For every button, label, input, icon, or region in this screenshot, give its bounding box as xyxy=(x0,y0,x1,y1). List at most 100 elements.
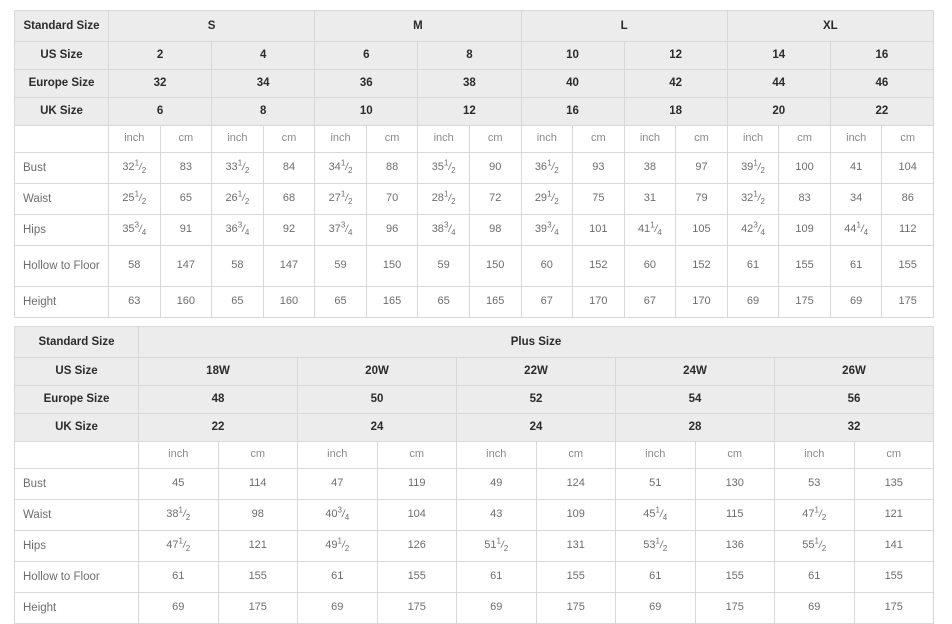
size-cell: 22W xyxy=(456,357,616,386)
measurement-cell: 86 xyxy=(881,183,934,215)
unit-inch: inch xyxy=(108,125,161,153)
measurement-label: Hips xyxy=(14,214,109,246)
size-chart-page: Standard Size S M L XL US Size 2 4 6 8 10 12 14 16 Eur… xyxy=(0,0,952,624)
measurement-row: Height 63 160 65 160 65 165 65 165 67 170 67 170 69 17… xyxy=(14,286,934,318)
size-cell: 28 xyxy=(615,413,775,442)
measurement-cell: 150 xyxy=(468,245,522,287)
unit-header-row: inch cm inch cm inch cm inch cm inch cm inch cm inch… xyxy=(14,125,934,153)
size-cell: 14 xyxy=(726,41,831,70)
size-cell: 20 xyxy=(726,97,831,126)
measurement-cell: 170 xyxy=(572,286,625,318)
unit-cm: cm xyxy=(881,125,934,153)
unit-cm: cm xyxy=(468,125,522,153)
measurement-cell: 373/4 xyxy=(314,214,367,246)
measurement-cell: 130 xyxy=(694,468,775,500)
measurement-cell: 69 xyxy=(138,592,219,624)
size-cell: 12 xyxy=(417,97,522,126)
measurement-cell: 423/4 xyxy=(726,214,780,246)
measurement-cell: 471/2 xyxy=(774,499,855,531)
measurement-cell: 291/2 xyxy=(520,183,574,215)
measurement-label: Bust xyxy=(14,152,109,184)
measurement-cell: 165 xyxy=(365,286,419,318)
size-cell: 44 xyxy=(726,69,831,98)
measurement-cell: 79 xyxy=(675,183,728,215)
unit-cm: cm xyxy=(778,125,831,153)
unit-inch: inch xyxy=(297,441,378,469)
size-cell: 6 xyxy=(107,97,213,126)
measurement-cell: 101 xyxy=(572,214,625,246)
measurement-cell: 155 xyxy=(535,561,616,593)
row-label: UK Size xyxy=(14,413,139,442)
measurement-cell: 45 xyxy=(138,468,219,500)
measurement-cell: 61 xyxy=(615,561,696,593)
row-label: Europe Size xyxy=(14,69,109,98)
table-row: UK Size 22 24 24 28 32 xyxy=(14,413,934,442)
size-cell: 38 xyxy=(417,69,522,98)
measurement-cell: 90 xyxy=(468,152,522,184)
measurement-cell: 141 xyxy=(853,530,934,562)
measurement-cell: 511/2 xyxy=(456,530,537,562)
measurement-cell: 83 xyxy=(778,183,831,215)
unit-cm: cm xyxy=(376,441,457,469)
measurement-cell: 361/2 xyxy=(520,152,574,184)
measurement-cell: 121 xyxy=(853,499,934,531)
measurement-cell: 109 xyxy=(535,499,616,531)
standard-size-table: Standard Size S M L XL US Size 2 4 6 8 10 12 14 16 Eur… xyxy=(14,10,935,318)
measurement-label: Height xyxy=(14,592,139,624)
table-gap xyxy=(14,318,934,326)
unit-cm: cm xyxy=(262,125,316,153)
measurement-cell: 92 xyxy=(262,214,316,246)
size-cell: 22 xyxy=(829,97,935,126)
measurement-cell: 60 xyxy=(623,245,677,287)
size-cell: 36 xyxy=(314,69,419,98)
size-cell: 10 xyxy=(314,97,419,126)
measurement-cell: 391/2 xyxy=(726,152,780,184)
size-cell: 52 xyxy=(456,385,616,414)
measurement-cell: 59 xyxy=(417,245,470,287)
measurement-cell: 491/2 xyxy=(297,530,378,562)
unit-inch: inch xyxy=(520,125,574,153)
measurement-cell: 109 xyxy=(778,214,831,246)
measurement-cell: 152 xyxy=(675,245,728,287)
measurement-cell: 471/2 xyxy=(138,530,219,562)
measurement-row: Hips 471/2 121 491/2 126 511/2 131 531/2 136 551/… xyxy=(14,530,934,562)
measurement-cell: 136 xyxy=(694,530,775,562)
measurement-cell: 160 xyxy=(262,286,316,318)
measurement-cell: 69 xyxy=(456,592,537,624)
measurement-cell: 175 xyxy=(778,286,831,318)
measurement-cell: 353/4 xyxy=(108,214,161,246)
measurement-cell: 97 xyxy=(675,152,728,184)
size-group-xl: XL xyxy=(726,10,935,42)
table-row: US Size 2 4 6 8 10 12 14 16 xyxy=(14,41,935,70)
size-group-s: S xyxy=(107,10,316,42)
measurement-cell: 75 xyxy=(572,183,625,215)
measurement-cell: 160 xyxy=(159,286,213,318)
row-label: US Size xyxy=(14,41,109,70)
measurement-cell: 341/2 xyxy=(314,152,367,184)
measurement-cell: 170 xyxy=(675,286,728,318)
row-label: Europe Size xyxy=(14,385,139,414)
section-label: Plus Size xyxy=(138,326,934,358)
measurement-cell: 115 xyxy=(694,499,775,531)
measurement-cell: 84 xyxy=(262,152,316,184)
measurement-cell: 69 xyxy=(615,592,696,624)
size-cell: 10 xyxy=(520,41,625,70)
measurement-cell: 175 xyxy=(853,592,934,624)
measurement-row: Height 69 175 69 175 69 175 69 175 69 175 xyxy=(14,592,934,624)
size-cell: 20W xyxy=(297,357,457,386)
unit-row-blank xyxy=(14,441,139,469)
measurement-cell: 150 xyxy=(365,245,419,287)
measurement-cell: 175 xyxy=(881,286,934,318)
measurement-cell: 61 xyxy=(829,245,883,287)
size-cell: 46 xyxy=(829,69,935,98)
measurement-cell: 67 xyxy=(520,286,574,318)
measurement-cell: 60 xyxy=(520,245,574,287)
measurement-cell: 147 xyxy=(159,245,213,287)
size-cell: 26W xyxy=(774,357,934,386)
size-cell: 4 xyxy=(211,41,316,70)
measurement-cell: 281/2 xyxy=(417,183,470,215)
unit-inch: inch xyxy=(314,125,367,153)
measurement-cell: 63 xyxy=(108,286,161,318)
measurement-cell: 155 xyxy=(853,561,934,593)
measurement-cell: 68 xyxy=(262,183,316,215)
